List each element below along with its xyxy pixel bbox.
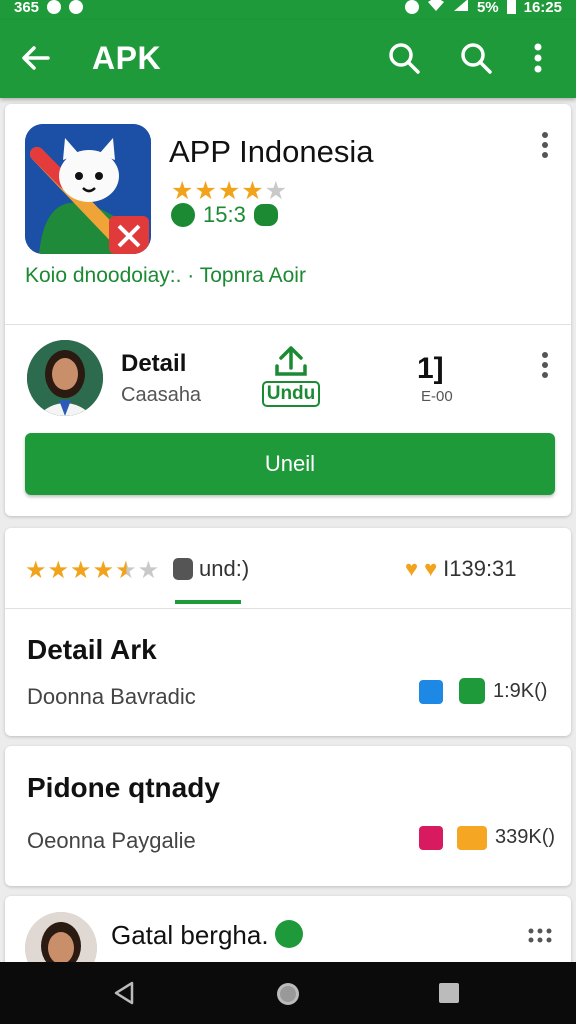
file-size: 339K(): [495, 826, 556, 848]
download-label: Undu: [261, 381, 321, 407]
app-icon[interactable]: [25, 124, 151, 254]
list-item-title[interactable]: Detail Ark: [27, 634, 157, 666]
shield-icon: [173, 558, 193, 580]
status-left: 365: [14, 0, 84, 16]
nav-home-icon[interactable]: [274, 980, 302, 1013]
app-meta-row: 15:3: [171, 202, 278, 228]
app-meta-value: 15:3: [203, 202, 246, 227]
fire-icon: ♥: [405, 556, 419, 581]
install-button[interactable]: Uneil: [25, 433, 555, 495]
list-item-title: Gatal bergha.: [111, 920, 269, 950]
fire-icon: ♥: [424, 556, 438, 581]
battery-text: 5%: [476, 0, 499, 16]
nav-recents-icon[interactable]: [438, 982, 460, 1009]
divider: [5, 324, 571, 325]
notification-icon: [69, 0, 84, 14]
detail-title: Detail: [121, 350, 187, 377]
signal-icon: [453, 0, 469, 16]
count-value: 1]: [417, 352, 444, 385]
avatar[interactable]: [27, 340, 103, 416]
detail-subtitle: Caasaha: [121, 384, 202, 406]
tab-label: und:): [199, 556, 250, 581]
check-badge-icon: [171, 203, 195, 227]
app-info-card: APP Indonesia ★★★★★ 15:3 Koio dnoodoiay:…: [5, 104, 571, 516]
ratings-card: ★★★★★★ und:) ♥ ♥ I139:31 Detail Ark Doon…: [5, 528, 571, 736]
download-button[interactable]: Undu: [253, 346, 329, 407]
upload-icon: [253, 346, 329, 381]
search-icon[interactable]: [458, 40, 494, 76]
status-time: 16:25: [523, 0, 562, 16]
battery-icon: [506, 0, 516, 14]
score-group: ♥ ♥ I139:31: [405, 556, 517, 582]
wifi-icon: [427, 0, 445, 16]
tab-indicator: [175, 600, 241, 604]
app-tagline: Koio dnoodoiay:. · Topnra Aoir: [25, 264, 306, 287]
status-right: 5% 16:25: [404, 0, 562, 16]
tab-reviews[interactable]: und:): [173, 556, 249, 582]
more-vert-icon[interactable]: [533, 128, 557, 168]
list-item-card[interactable]: Pidone qtnady Oeonna Paygalie 339K(): [5, 746, 571, 886]
nav-back-icon[interactable]: [112, 980, 136, 1011]
app-bar-title: APK: [92, 40, 162, 76]
list-item-title: Pidone qtnady: [27, 772, 220, 803]
more-vert-icon[interactable]: [533, 348, 557, 388]
more-grid-icon[interactable]: [527, 926, 553, 951]
divider: [5, 608, 571, 609]
smile-icon: [459, 678, 485, 704]
notification-icon: [47, 0, 62, 14]
back-arrow-icon[interactable]: [18, 40, 54, 76]
rating-stars: ★★★★★★: [25, 557, 161, 584]
tag-icon: [419, 826, 443, 850]
score-value: I139:31: [443, 556, 517, 581]
badge-icon: [419, 680, 443, 704]
vibrate-icon: [404, 0, 419, 14]
app-name: APP Indonesia: [169, 134, 374, 169]
more-vert-icon[interactable]: [528, 40, 548, 76]
search-icon[interactable]: [386, 40, 422, 76]
list-item-subtitle: Oeonna Paygalie: [27, 828, 196, 853]
list-item-subtitle: Doonna Bavradic: [27, 684, 196, 709]
status-bar: 365 5% 16:25: [0, 0, 576, 20]
status-carrier-text: 365: [14, 0, 40, 16]
chat-icon: [253, 204, 278, 226]
count-subtext: E-00: [421, 388, 453, 405]
system-nav-bar: [0, 962, 576, 1024]
folder-icon: [457, 826, 487, 850]
app-bar: APK: [0, 20, 576, 98]
file-size: 1:9K(): [493, 680, 548, 702]
verified-icon: [275, 920, 303, 948]
